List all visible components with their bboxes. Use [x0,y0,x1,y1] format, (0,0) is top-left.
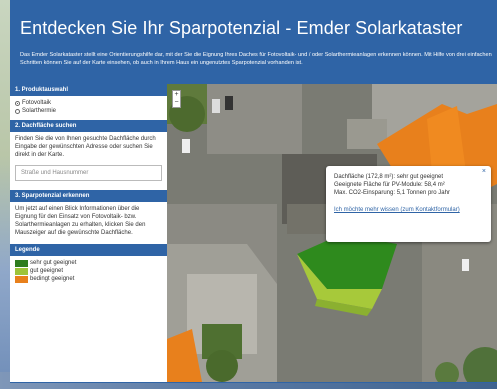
popup-line-pv-area: Geeignete Fläche für PV-Module: 58,4 m² [334,182,445,188]
popup-line-area: Dachfläche (172,8 m²): sehr gut geeignet [334,174,444,180]
address-search-input[interactable]: Straße und Hausnummer [15,165,162,181]
zoom-out-button[interactable]: − [173,99,180,107]
radio-unselected-icon[interactable] [15,108,20,114]
section-potential-heading: 3. Sparpotenzial erkennen [10,190,167,202]
section-search-body: Finden Sie die von Ihnen gesuchte Dachfl… [10,132,167,188]
radio-label: Fotovoltaik [22,100,52,106]
potential-instructions: Um jetzt auf einen Blick Informationen ü… [15,206,146,236]
legend-swatch-conditional [15,275,28,283]
zoom-in-button[interactable]: + [173,91,180,99]
legend-swatch-very-good [15,259,28,267]
legend-swatch-good [15,267,28,275]
section-product-body: Fotovoltaik Solarthermie [10,96,167,118]
contact-form-link[interactable]: Ich möchte mehr wissen (zum Kontaktformu… [334,207,460,213]
section-search-heading: 2. Dachfläche suchen [10,120,167,132]
page-title: Entdecken Sie Ihr Sparpotenzial - Emder … [20,18,463,38]
legend-item: sehr gut geeignet [15,259,162,267]
legend-label: sehr gut geeignet [30,260,77,266]
legend-body: sehr gut geeignet gut geeignet bedingt g… [10,256,167,286]
radio-selected-icon[interactable] [15,100,20,106]
sidebar: 1. Produktauswahl Fotovoltaik Solartherm… [10,84,167,382]
close-icon[interactable]: × [482,168,486,176]
legend-label: bedingt geeignet [30,276,75,282]
radio-fotovoltaik[interactable]: Fotovoltaik [15,99,162,107]
intro-text: Das Emder Solarkataster stellt eine Orie… [20,52,492,66]
radio-label: Solarthermie [22,108,57,114]
section-product-heading: 1. Produktauswahl [10,84,167,96]
popup-line-co2: Max. CO2-Einsparung: 5,1 Tonnen pro Jahr [334,190,450,196]
radio-solarthermie[interactable]: Solarthermie [15,107,162,115]
legend-label: gut geeignet [30,268,64,274]
roof-info-popup: × Dachfläche (172,8 m²): sehr gut geeign… [326,166,491,242]
search-instructions: Finden Sie die von Ihnen gesuchte Dachfl… [15,136,156,158]
legend-item: gut geeignet [15,267,162,275]
legend-heading: Legende [10,244,167,256]
legend-item: bedingt geeignet [15,275,162,283]
section-potential-body: Um jetzt auf einen Blick Informationen ü… [10,202,167,240]
zoom-control: + − [172,90,181,108]
